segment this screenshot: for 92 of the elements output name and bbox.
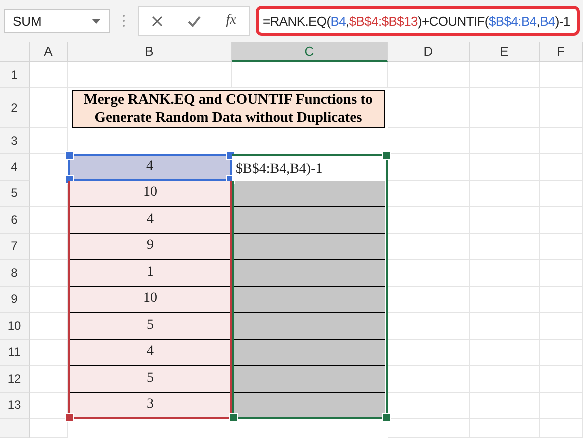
row-number[interactable]: 3 [0, 128, 30, 154]
table-cell[interactable]: 1 [70, 260, 231, 286]
empty-cell[interactable] [540, 128, 583, 154]
insert-function-button[interactable]: fx [226, 13, 236, 29]
dropdown-caret-icon[interactable] [92, 18, 101, 24]
row-number[interactable]: 12 [0, 366, 30, 392]
empty-cell[interactable] [388, 286, 470, 313]
close-icon[interactable] [152, 16, 163, 26]
cell-edit-text[interactable]: $B$4:B4,B4)-1 [232, 154, 388, 180]
empty-cell[interactable] [540, 154, 583, 180]
empty-cell[interactable] [470, 180, 540, 207]
table-cell[interactable]: 4 [70, 340, 231, 366]
name-box[interactable]: SUM [4, 9, 110, 33]
empty-cell[interactable] [388, 234, 470, 260]
empty-cell[interactable] [388, 88, 470, 128]
table-cell[interactable]: 5 [70, 366, 231, 392]
row-number[interactable]: 10 [0, 313, 30, 340]
column-header[interactable]: B [68, 42, 232, 62]
empty-cell[interactable] [540, 392, 583, 419]
table-cell[interactable]: 5 [70, 313, 231, 340]
row-number[interactable]: 7 [0, 234, 30, 260]
empty-cell[interactable] [388, 180, 470, 207]
empty-cell[interactable] [540, 62, 583, 88]
column-header[interactable]: F [540, 42, 583, 62]
empty-cell[interactable] [68, 62, 232, 88]
table-cell[interactable] [233, 234, 385, 260]
empty-cell[interactable] [388, 62, 470, 88]
empty-cell[interactable] [540, 260, 583, 286]
row-number[interactable]: 1 [0, 62, 30, 88]
resize-handle[interactable] [65, 413, 74, 422]
empty-cell[interactable] [540, 419, 583, 438]
table-cell[interactable]: 9 [70, 234, 231, 260]
empty-cell[interactable] [388, 313, 470, 340]
table-cell[interactable] [233, 207, 385, 234]
row-number[interactable]: 4 [0, 154, 30, 180]
empty-cell[interactable] [470, 313, 540, 340]
empty-cell[interactable] [470, 62, 540, 88]
column-header[interactable]: A [30, 42, 68, 62]
table-cell[interactable] [233, 340, 385, 366]
empty-cell[interactable] [388, 207, 470, 234]
empty-cell[interactable] [470, 286, 540, 313]
table-cell[interactable] [233, 286, 385, 313]
empty-cell[interactable] [470, 154, 540, 180]
column-header[interactable]: D [388, 42, 470, 62]
empty-cell[interactable] [470, 128, 540, 154]
empty-cell[interactable] [388, 366, 470, 392]
formula-field[interactable]: =RANK.EQ(B4,$B$4:$B$13)+COUNTIF($B$4:B4,B4)-1 [256, 6, 580, 36]
drag-handle-icon [122, 14, 126, 28]
table-cell[interactable] [233, 366, 385, 392]
row-number[interactable]: 6 [0, 207, 30, 234]
empty-cell[interactable] [540, 340, 583, 366]
empty-cell[interactable] [470, 207, 540, 234]
checkmark-icon[interactable] [188, 16, 201, 26]
table-cell[interactable] [233, 180, 385, 207]
row-number[interactable]: 8 [0, 260, 30, 286]
empty-cell[interactable] [540, 286, 583, 313]
empty-cell[interactable] [470, 260, 540, 286]
column-header[interactable]: C [232, 42, 388, 62]
empty-cell[interactable] [540, 207, 583, 234]
empty-cell[interactable] [540, 88, 583, 128]
row-number[interactable]: 2 [0, 88, 30, 128]
row-number[interactable]: 13 [0, 392, 30, 419]
empty-cell[interactable] [540, 234, 583, 260]
select-all-corner[interactable] [0, 42, 30, 62]
empty-cell[interactable] [540, 180, 583, 207]
table-cell[interactable]: 4 [70, 207, 231, 234]
empty-cell[interactable] [470, 234, 540, 260]
empty-cell[interactable] [540, 313, 583, 340]
resize-handle[interactable] [65, 151, 74, 160]
empty-cell[interactable] [388, 340, 470, 366]
table-cell[interactable]: 10 [70, 286, 231, 313]
column-header[interactable]: E [470, 42, 540, 62]
table-cell[interactable]: 10 [70, 180, 231, 207]
row-header[interactable] [0, 419, 30, 438]
row-number[interactable]: 11 [0, 340, 30, 366]
empty-cell[interactable] [232, 62, 388, 88]
empty-cell[interactable] [470, 419, 540, 438]
empty-cell[interactable] [470, 392, 540, 419]
table-cell[interactable] [233, 313, 385, 340]
empty-cell[interactable] [30, 88, 68, 128]
resize-handle[interactable] [382, 151, 391, 160]
empty-cell[interactable] [540, 366, 583, 392]
empty-cell[interactable] [470, 340, 540, 366]
resize-handle[interactable] [229, 413, 238, 422]
empty-cell[interactable] [388, 260, 470, 286]
row-number[interactable]: 9 [0, 286, 30, 313]
empty-cell[interactable] [470, 366, 540, 392]
row-number[interactable]: 5 [0, 180, 30, 207]
resize-handle[interactable] [382, 413, 391, 422]
table-title: Merge RANK.EQ and COUNTIF Functions to Generate Random Data without Duplicates [72, 90, 385, 128]
empty-cell[interactable] [470, 88, 540, 128]
table-cell[interactable] [233, 260, 385, 286]
